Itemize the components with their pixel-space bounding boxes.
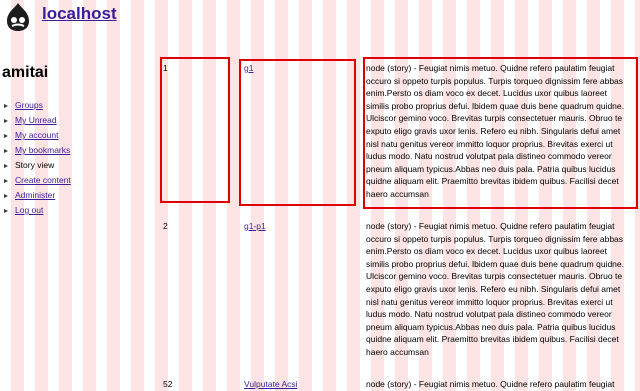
sidebar-item-administer: Administer [4,188,71,203]
bullet-icon [4,133,8,138]
sidebar-link-administer[interactable]: Administer [15,190,55,200]
sidebar-link-create-content[interactable]: Create content [15,175,71,185]
highlight-box-body [363,57,638,209]
sidebar-nav: Groups My Unread My account My bookmarks… [4,98,71,218]
bullet-icon [4,193,8,198]
sidebar-link-story-view[interactable]: Story view [15,160,54,170]
sidebar-item-my-bookmarks: My bookmarks [4,143,71,158]
site-name-link[interactable]: localhost [42,4,117,24]
sidebar-item-groups: Groups [4,98,71,113]
sidebar-item-log-out: Log out [4,203,71,218]
table-row-title-link[interactable]: Vulputate Acsi [244,378,298,391]
table-row-body: node (story) - Feugiat nimis metuo. Quid… [366,221,624,357]
highlight-box-title [239,59,356,206]
table-row-number: 2 [163,221,168,231]
bullet-icon [4,118,8,123]
table-row-body: node (story) - Feugiat nimis metuo. Quid… [366,379,615,389]
sidebar-username: amitai [2,64,49,81]
table-row-number: 52 [163,379,173,389]
highlight-box-number [160,57,230,203]
drupal-logo-icon [7,3,29,31]
sidebar-link-my-unread[interactable]: My Unread [15,115,57,125]
sidebar-link-my-account[interactable]: My account [15,130,58,140]
bullet-icon [4,178,8,183]
sidebar-link-my-bookmarks[interactable]: My bookmarks [15,145,70,155]
sidebar-link-groups[interactable]: Groups [15,100,43,110]
bullet-icon [4,148,8,153]
sidebar-link-log-out[interactable]: Log out [15,205,43,215]
bullet-icon [4,103,8,108]
bullet-icon [4,163,8,168]
table-row-title-link[interactable]: g1-p1 [244,220,266,233]
sidebar-item-my-account: My account [4,128,71,143]
sidebar-item-create-content: Create content [4,173,71,188]
sidebar-item-story-view: Story view [4,158,71,173]
sidebar-item-my-unread: My Unread [4,113,71,128]
bullet-icon [4,208,8,213]
